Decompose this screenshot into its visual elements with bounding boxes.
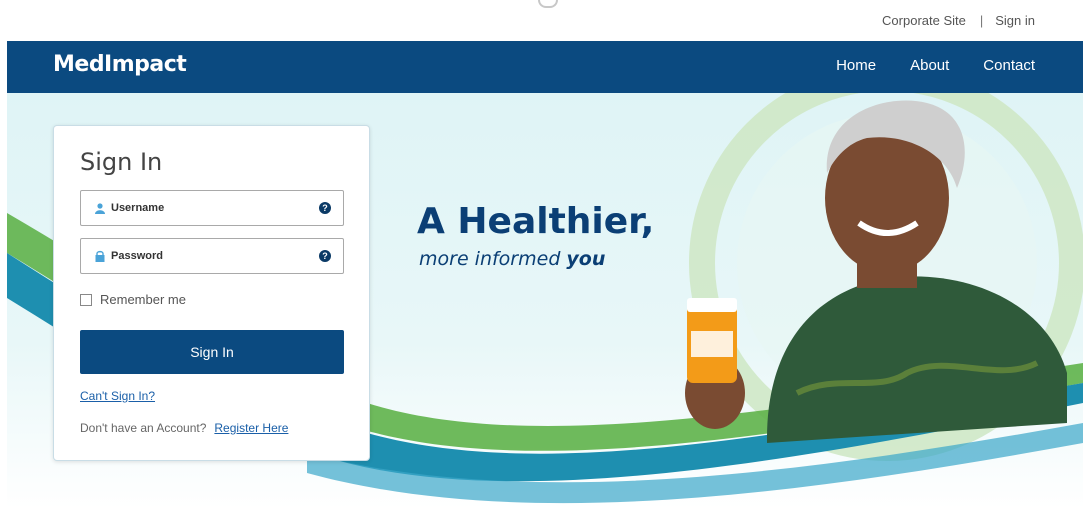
no-account-text: Don't have an Account? <box>80 421 207 435</box>
remember-me-row: Remember me <box>80 292 186 307</box>
sign-in-card: Sign In ? ? Remember me Sign In <box>53 125 370 461</box>
nav-home-link[interactable]: Home <box>836 57 876 74</box>
help-icon[interactable]: ? <box>319 250 331 262</box>
top-sign-in-link[interactable]: Sign in <box>995 13 1035 28</box>
top-utility-bar: Corporate Site | Sign in <box>0 0 1083 41</box>
hero-headline: A Healthier, <box>417 201 655 242</box>
password-input[interactable] <box>111 250 311 262</box>
username-input[interactable] <box>111 202 311 214</box>
utility-separator: | <box>979 13 984 28</box>
hero-subline-emphasis: you <box>566 248 606 270</box>
register-here-link[interactable]: Register Here <box>214 421 288 435</box>
remember-me-checkbox[interactable] <box>80 293 92 306</box>
user-icon <box>89 202 111 214</box>
help-icon[interactable]: ? <box>319 202 331 214</box>
hero-subline-prefix: more informed <box>419 248 567 270</box>
page: Corporate Site | Sign in MedImpact Home … <box>0 0 1083 513</box>
hero-banner: Sign In ? ? Remember me Sign In <box>7 93 1083 509</box>
medimpact-logo[interactable]: MedImpact <box>53 52 187 77</box>
nav-contact-link[interactable]: Contact <box>983 57 1035 74</box>
remember-me-label[interactable]: Remember me <box>100 292 186 307</box>
username-field[interactable]: ? <box>80 190 344 226</box>
sign-in-title: Sign In <box>80 148 163 176</box>
corporate-site-link[interactable]: Corporate Site <box>882 13 966 28</box>
register-row: Don't have an Account? Register Here <box>80 421 288 435</box>
nav-about-link[interactable]: About <box>910 57 949 74</box>
hero-subline: more informed you <box>419 248 605 270</box>
sign-in-button[interactable]: Sign In <box>80 330 344 374</box>
lock-icon <box>89 250 111 262</box>
utility-links: Corporate Site | Sign in <box>882 13 1035 28</box>
loading-indicator-icon <box>538 0 558 8</box>
password-field[interactable]: ? <box>80 238 344 274</box>
main-navbar: MedImpact Home About Contact <box>7 41 1083 93</box>
cant-sign-in-link[interactable]: Can't Sign In? <box>80 389 155 403</box>
nav-links: Home About Contact <box>836 57 1035 74</box>
